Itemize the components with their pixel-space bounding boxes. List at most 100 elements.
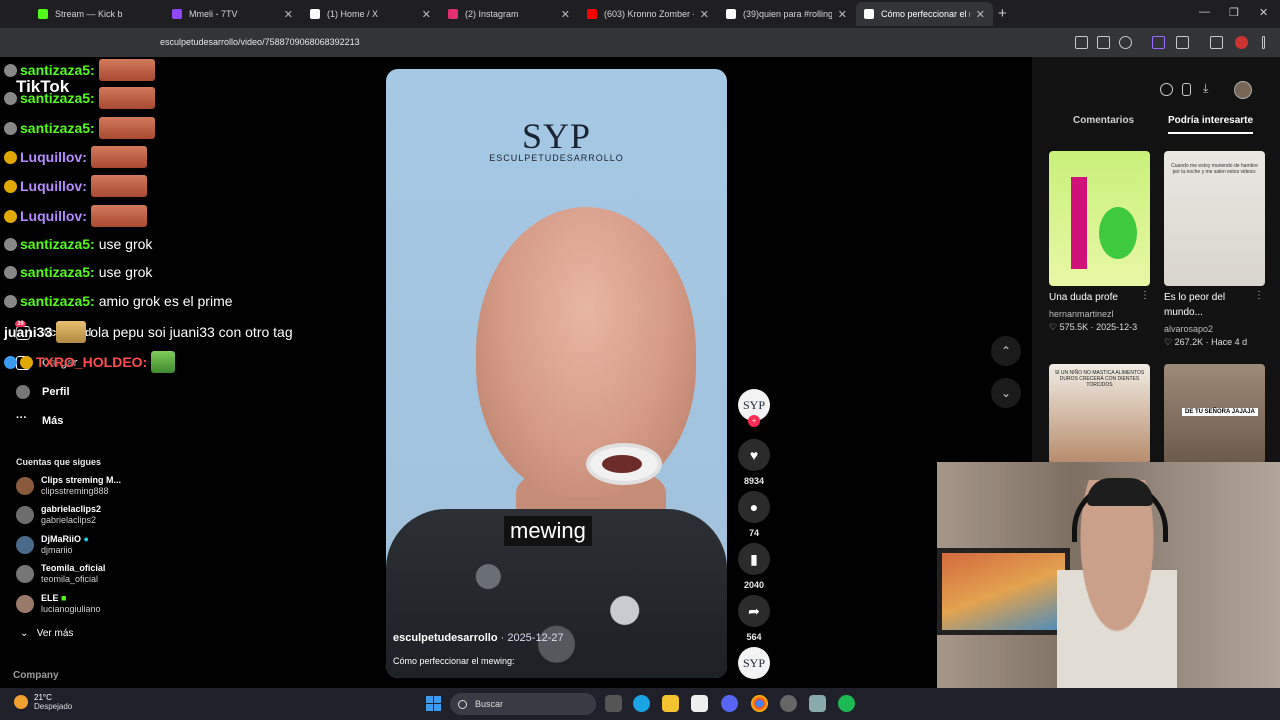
author-avatar-button[interactable]: SYP + [738, 389, 770, 427]
verified-icon: ● [83, 534, 89, 544]
avatar [16, 477, 34, 495]
emote [98, 59, 155, 81]
x-icon [310, 9, 320, 19]
settings-icon[interactable] [1160, 83, 1173, 96]
close-icon[interactable]: ✕ [422, 8, 431, 21]
stream-chat-overlay: santizaza5: santizaza5: santizaza5: Luqu… [0, 57, 340, 377]
more-options-icon[interactable]: ⋮ [1140, 290, 1150, 301]
more-options-icon[interactable]: ⋮ [1254, 290, 1264, 301]
tab-podria-interesarte[interactable]: Podría interesarte [1168, 115, 1254, 134]
recommended-author[interactable]: hernanmartinezl [1049, 309, 1114, 319]
tiktok-icon [726, 9, 736, 19]
extension-7tv-icon[interactable] [1152, 36, 1165, 49]
badge-icon [4, 355, 17, 369]
like-button[interactable]: ♥ 8934 [738, 439, 770, 486]
spotify-icon[interactable] [838, 695, 855, 712]
new-tab-button[interactable]: + [998, 5, 1007, 22]
badge-icon [20, 355, 33, 369]
recommended-thumbnail[interactable] [1049, 151, 1150, 286]
sound-disc-icon: SYP [738, 647, 770, 679]
figure-green [1099, 207, 1137, 259]
screen: Stream — Kick b Mmeli - 7TV ✕ (1) Home /… [0, 0, 1280, 720]
settings-icon[interactable] [809, 695, 826, 712]
tab-instagram[interactable]: (2) Instagram ✕ [440, 2, 578, 26]
task-view-icon[interactable] [605, 695, 622, 712]
video-description: Cómo perfeccionar el mewing: [393, 656, 515, 666]
close-window-icon[interactable]: ✕ [1259, 6, 1268, 19]
windows-start-icon[interactable] [426, 696, 441, 711]
recommended-thumbnail[interactable]: DE TU SEÑORA JAJAJA [1164, 364, 1265, 464]
url-field[interactable]: esculpetudesarrollo/video/75887090680683… [160, 37, 360, 47]
tab-youtube[interactable]: (603) Kronno Zomber - C ✕ [579, 2, 717, 26]
avatar[interactable] [1234, 81, 1252, 99]
close-icon[interactable]: ✕ [561, 8, 570, 21]
search-icon [458, 699, 467, 709]
close-icon[interactable]: ✕ [700, 8, 709, 21]
chrome-icon[interactable] [751, 695, 768, 712]
extensions-icon[interactable] [1176, 36, 1189, 49]
recommended-thumbnail[interactable]: Cuando me estoy muriendo de hambre por l… [1164, 151, 1265, 286]
following-item[interactable]: ELE ■ lucianogiuliano [16, 593, 101, 615]
media-icon[interactable] [1210, 36, 1223, 49]
recommended-title[interactable]: Es lo peor del mundo... [1164, 290, 1254, 320]
ver-mas-button[interactable]: ⌄ Ver más [20, 628, 73, 639]
company-link[interactable]: Company [13, 670, 59, 681]
minimize-icon[interactable]: — [1199, 6, 1210, 18]
following-item[interactable]: gabrielaclips2 gabrielaclips2 [16, 504, 101, 526]
follow-plus-icon[interactable]: + [748, 415, 760, 427]
avatar [16, 536, 34, 554]
maximize-icon[interactable]: ❐ [1229, 6, 1239, 19]
address-bar: esculpetudesarrollo/video/75887090680683… [0, 28, 1280, 57]
edge-icon[interactable] [633, 695, 650, 712]
emote [98, 117, 155, 139]
following-item[interactable]: DjMaRiiO ● djmariio [16, 534, 89, 556]
tab-tiktok-search[interactable]: (39)quien para #rollinga ✕ [718, 2, 855, 26]
chat-message: santizaza5: use grok [4, 264, 152, 280]
video-author[interactable]: esculpetudesarrollo · 2025-12-27 [393, 632, 564, 644]
save-button[interactable]: ▮ 2040 [738, 543, 770, 590]
menu-icon[interactable] [1262, 36, 1265, 49]
webcam-monitor [937, 548, 1070, 635]
close-icon[interactable]: ✕ [976, 8, 985, 21]
taskbar-search[interactable]: Buscar [450, 693, 596, 715]
share-button[interactable]: ➦ 564 [738, 595, 770, 642]
obs-icon[interactable] [780, 695, 797, 712]
badge-icon [4, 237, 17, 251]
close-icon[interactable]: ✕ [284, 8, 293, 21]
install-icon[interactable] [1075, 36, 1088, 49]
next-video-button[interactable]: ⌄ [991, 378, 1021, 408]
store-icon[interactable] [691, 695, 708, 712]
video-player[interactable]: SYP ESCULPETUDESARROLLO mewing esculpetu… [386, 69, 727, 678]
close-icon[interactable]: ✕ [838, 8, 847, 21]
nav-mas[interactable]: ··· Más [16, 413, 63, 428]
recommended-thumbnail[interactable]: SI UN NIÑO NO MASTICA ALIMENTOS DUROS CR… [1049, 364, 1150, 464]
badge-icon [4, 265, 17, 279]
following-item[interactable]: Clips streming M... clipsstreming888 [16, 475, 121, 497]
file-explorer-icon[interactable] [662, 695, 679, 712]
following-item[interactable]: Teomila_oficial teomila_oficial [16, 563, 105, 585]
badge-icon [4, 294, 17, 308]
prev-video-button[interactable]: ⌃ [991, 336, 1021, 366]
following-title: Cuentas que sigues [16, 457, 102, 467]
sound-avatar-button[interactable]: SYP [738, 647, 770, 679]
tab-kick[interactable]: Stream — Kick b [30, 2, 162, 26]
chat-message: Luquillov: [4, 205, 147, 227]
bookmark-star-icon[interactable] [1119, 36, 1132, 49]
phone-icon[interactable] [1182, 83, 1191, 96]
tab-comentarios[interactable]: Comentarios [1073, 115, 1134, 126]
emote [90, 146, 147, 168]
tab-7tv[interactable]: Mmeli - 7TV ✕ [164, 2, 301, 26]
discord-icon[interactable] [721, 695, 738, 712]
recommended-author[interactable]: alvarosapo2 [1164, 324, 1213, 334]
tab-tiktok-video[interactable]: Cómo perfeccionar el me ✕ [856, 2, 993, 26]
nav-perfil[interactable]: Perfil [16, 385, 70, 399]
comment-button[interactable]: ● 74 [738, 491, 770, 538]
chat-message: juani33 ola pepu soi juani33 con otro tag [4, 321, 293, 343]
tab-x[interactable]: (1) Home / X ✕ [302, 2, 439, 26]
weather-widget[interactable]: 21°C Despejado [14, 693, 72, 711]
translate-icon[interactable] [1097, 36, 1110, 49]
profile-avatar[interactable] [1235, 36, 1248, 49]
download-icon[interactable]: ⤓ [1203, 82, 1216, 96]
recommended-title[interactable]: Una duda profe [1049, 290, 1118, 305]
emote [90, 205, 147, 227]
